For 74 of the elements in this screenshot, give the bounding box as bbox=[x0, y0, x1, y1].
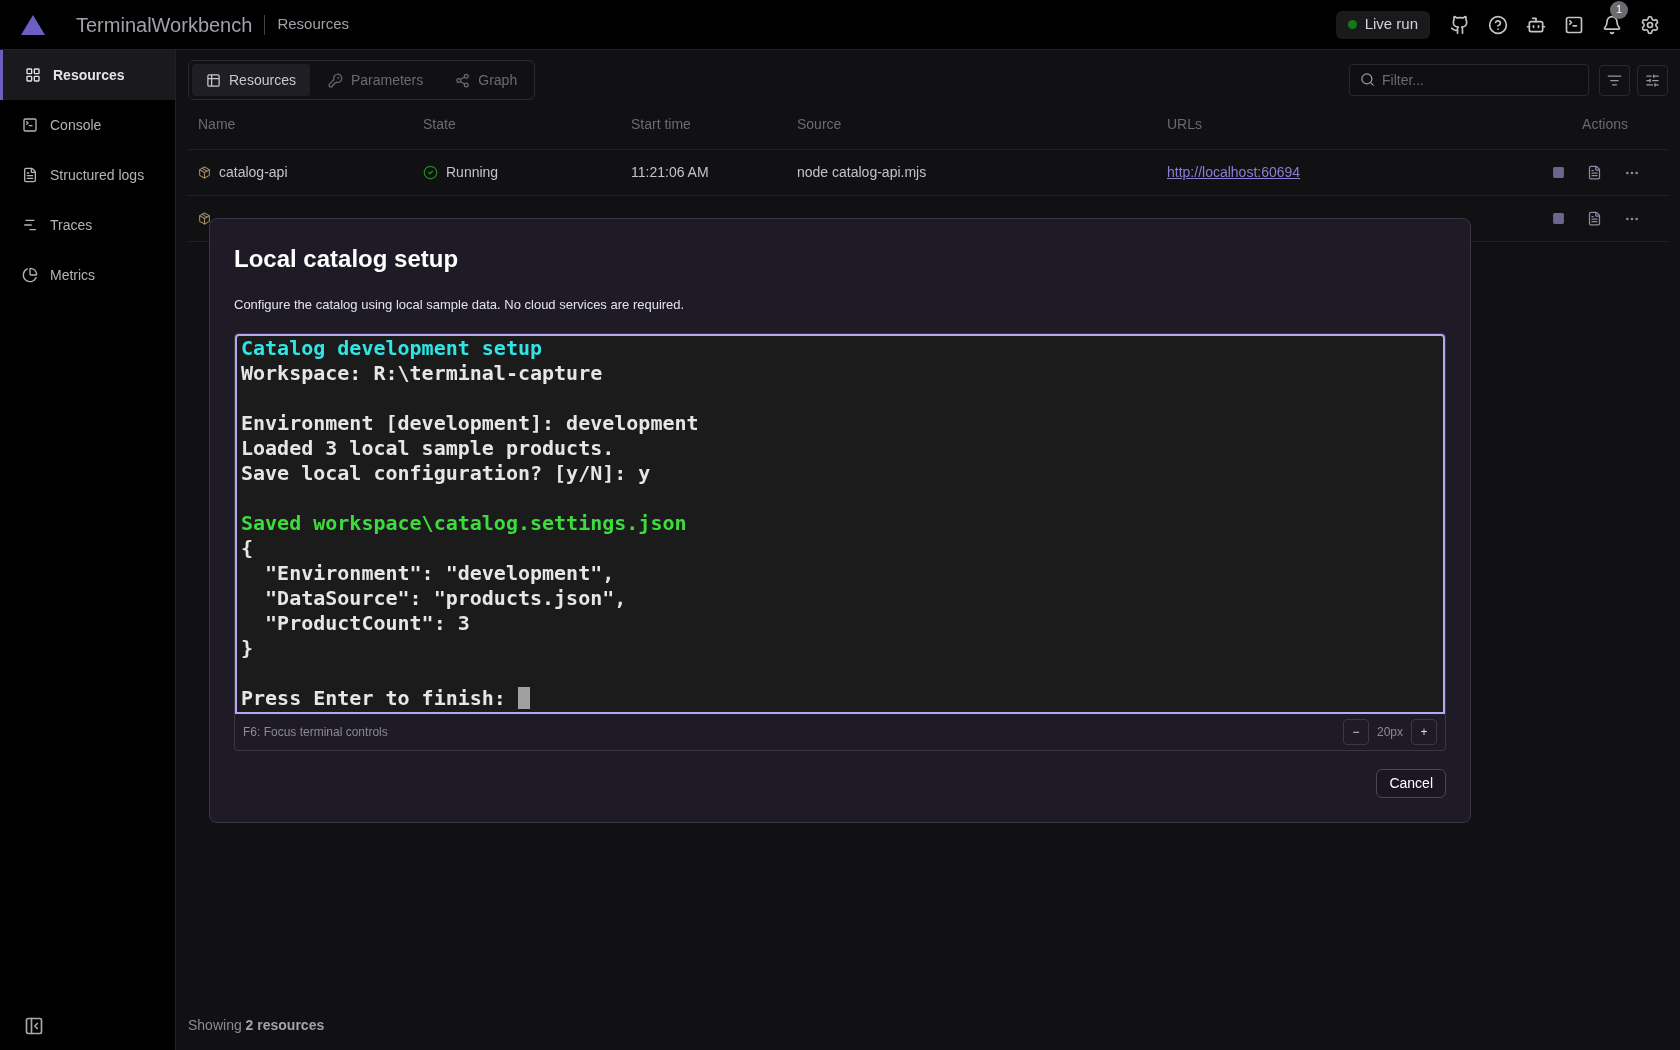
search-icon bbox=[1360, 72, 1375, 87]
terminal-line: Loaded 3 local sample products. bbox=[241, 435, 615, 461]
live-run-badge[interactable]: Live run bbox=[1335, 10, 1430, 39]
filter-lines-icon bbox=[1607, 72, 1622, 88]
terminal-line: Save local configuration? [y/N]: y bbox=[241, 460, 651, 486]
package-icon bbox=[198, 212, 211, 225]
sidebar-item[interactable]: Metrics bbox=[0, 250, 175, 300]
terminal-line: { bbox=[241, 535, 254, 561]
view-tab[interactable]: Parameters bbox=[313, 64, 438, 96]
sort-button[interactable] bbox=[1599, 64, 1630, 96]
cursor-icon bbox=[517, 687, 530, 709]
sliders-icon bbox=[1645, 72, 1660, 88]
key-icon bbox=[327, 72, 343, 88]
column-header: Name bbox=[198, 116, 236, 132]
table-icon bbox=[206, 72, 221, 88]
column-settings-button[interactable] bbox=[1637, 64, 1668, 96]
console-icon bbox=[22, 117, 38, 133]
console-log-icon[interactable] bbox=[1587, 165, 1602, 180]
filter-field[interactable]: Filter... bbox=[1349, 64, 1589, 96]
sidebar-item[interactable]: Structured logs bbox=[0, 150, 175, 200]
github-icon[interactable] bbox=[1450, 14, 1470, 35]
cancel-button[interactable]: Cancel bbox=[1376, 768, 1446, 798]
sidebar-item[interactable]: Resources bbox=[0, 50, 175, 100]
grid-icon bbox=[25, 67, 41, 83]
column-header: Actions bbox=[1582, 116, 1628, 132]
table-row[interactable]: catalog-api Running 11:21:06 AM node catalog-api.mjs http://localhost:60694 bbox=[188, 150, 1668, 196]
state-text: Running bbox=[446, 163, 499, 182]
start-time: 11:21:06 AM bbox=[631, 164, 709, 180]
help-icon[interactable] bbox=[1488, 14, 1508, 35]
document-icon bbox=[22, 167, 38, 183]
decrease-font-button[interactable]: − bbox=[1342, 718, 1369, 745]
timeline-icon bbox=[22, 217, 38, 233]
logo-icon bbox=[20, 13, 46, 36]
sidebar-item[interactable]: Console bbox=[0, 100, 175, 150]
breadcrumb: Resources bbox=[277, 14, 350, 35]
column-header: Start time bbox=[631, 116, 691, 132]
running-status-icon bbox=[423, 165, 438, 180]
stop-icon[interactable] bbox=[1552, 212, 1565, 225]
package-icon bbox=[198, 166, 211, 179]
app-title: TerminalWorkbench bbox=[76, 12, 253, 38]
view-tab[interactable]: Graph bbox=[441, 64, 532, 96]
source-text: node catalog-api.mjs bbox=[797, 164, 927, 180]
pie-chart-icon bbox=[22, 267, 38, 283]
terminal-line: } bbox=[241, 635, 254, 661]
settings-icon[interactable] bbox=[1640, 14, 1660, 35]
column-header: Source bbox=[797, 116, 842, 132]
font-size-text: 20px bbox=[1376, 723, 1403, 741]
collapse-sidebar-icon[interactable] bbox=[24, 1016, 44, 1036]
terminal-line: "Environment": "development", bbox=[264, 560, 615, 586]
console-log-icon[interactable] bbox=[1587, 211, 1602, 226]
terminal-line: Press Enter to finish: bbox=[241, 685, 507, 711]
sidebar-item[interactable]: Traces bbox=[0, 200, 175, 250]
dialog-title: Local catalog setup bbox=[234, 245, 460, 273]
share-icon bbox=[455, 72, 471, 88]
resource-name: catalog-api bbox=[219, 163, 288, 182]
url-link[interactable]: http://localhost:60694 bbox=[1167, 164, 1301, 180]
stop-icon[interactable] bbox=[1552, 166, 1565, 179]
terminal-line: "ProductCount": 3 bbox=[264, 610, 470, 636]
column-header: State bbox=[423, 116, 456, 132]
terminal-line: Catalog development setup bbox=[241, 335, 543, 361]
notifications-icon[interactable] bbox=[1602, 14, 1622, 35]
dialog-description: Configure the catalog using local sample data. No cloud services are required. bbox=[234, 296, 686, 314]
terminal-line: Saved workspace\catalog.settings.json bbox=[241, 510, 687, 536]
status-text: Showing 2 resources bbox=[188, 1016, 326, 1035]
terminal-line: "DataSource": "products.json", bbox=[264, 585, 627, 611]
view-tab[interactable]: Resources bbox=[192, 64, 310, 96]
notification-count: 1 bbox=[1610, 0, 1628, 19]
terminal-line: Workspace: R:\terminal-capture bbox=[241, 360, 603, 386]
terminal-line: Environment [development]: development bbox=[241, 410, 699, 436]
column-header: URLs bbox=[1167, 116, 1202, 132]
terminal[interactable] bbox=[235, 333, 1445, 714]
increase-font-button[interactable]: + bbox=[1411, 718, 1437, 745]
terminal-hint: F6: Focus terminal controls bbox=[243, 723, 388, 741]
terminal-icon[interactable] bbox=[1564, 14, 1584, 35]
